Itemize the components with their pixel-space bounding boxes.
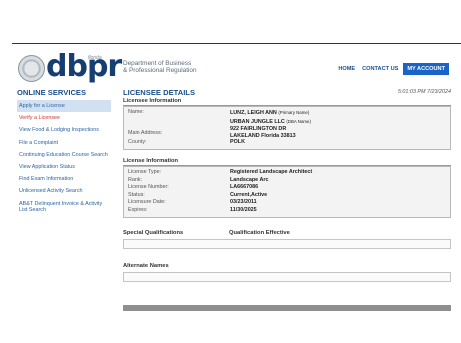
qualification-effective-label: Qualification Effective [229,229,290,236]
page-title-text: LICENSEE DETAILS [123,88,196,97]
table-row: License Type: Registered Landscape Archi… [128,169,446,177]
rank-value: Landscape Arc [230,176,269,183]
alternate-names-label: Alternate Names [123,262,169,269]
sidebar-item-food-lodging[interactable]: View Food & Lodging Inspections [17,124,111,136]
expires-value: 11/30/2025 [230,206,257,213]
sidebar-item-unlicensed-search[interactable]: Unlicensed Activity Search [17,185,111,197]
licensee-info-box: Name: LUNZ, LEIGH ANN (Primary Name) URB… [123,106,451,150]
county-value: POLK [230,139,245,146]
florida-seal-icon [18,55,45,82]
top-divider [12,43,461,44]
sidebar-item-apply[interactable]: Apply for a License [17,100,111,113]
name-row: Name: LUNZ, LEIGH ANN (Primary Name) [128,109,446,118]
sidebar-title: ONLINE SERVICES [17,88,87,97]
table-row: Status: Current,Active [128,192,446,200]
address-line-1: 922 FAIRLINGTON DR [230,126,287,133]
nav-contact-link[interactable]: CONTACT US [362,66,398,72]
sidebar-item-application-status[interactable]: View Application Status [17,161,111,173]
sidebar: ONLINE SERVICES Apply for a License Veri… [17,88,111,216]
license-number-label: License Number: [128,184,169,191]
licensure-date-label: Licensure Date: [128,199,166,206]
footer-bar [123,305,451,311]
licensee-info-heading: Licensee Information [123,98,451,106]
licensure-date-value: 03/23/2011 [230,199,257,206]
license-info-heading: License Information [123,158,451,166]
status-label: Status: [128,191,145,198]
license-number-value: LA6667086 [230,184,259,191]
county-row: County: POLK [128,139,446,147]
alternate-names-box [123,271,451,282]
agency-name: Department of Business & Professional Re… [123,60,197,75]
name-label: Name: [128,109,144,115]
my-account-button[interactable]: MY ACCOUNT [403,63,449,75]
table-row: License Number: LA6667086 [128,184,446,192]
special-qualifications-label: Special Qualifications [123,229,184,236]
sidebar-item-complaint[interactable]: File a Complaint [17,137,111,149]
status-value: Current,Active [230,191,268,198]
main-content: LICENSEE DETAILS 5:01:03 PM 7/23/2024 Li… [123,88,451,282]
table-row: Expires: 11/30/2025 [128,207,446,215]
dba-note: (DBA Name) [286,118,311,124]
address-label: Main Address: [128,130,163,137]
table-row: Rank: Landscape Arc [128,177,446,185]
address-line-2: LAKELAND Florida 33813 [230,132,296,139]
dbpr-logo[interactable]: dbpr [46,49,122,84]
name-value: LUNZ, LEIGH ANN [230,110,277,116]
special-qualifications-header: Special Qualifications Qualification Eff… [123,230,451,236]
sidebar-item-ce-search[interactable]: Continuing Education Course Search [17,149,111,161]
license-info-box: License Type: Registered Landscape Archi… [123,165,451,218]
site-header: florida dbpr Department of Business & Pr… [12,49,461,86]
top-nav: HOME CONTACT US MY ACCOUNT [331,63,449,75]
expires-label: Expires: [128,206,148,213]
county-label: County: [128,139,147,146]
table-row: Licensure Date: 03/23/2011 [128,199,446,207]
logo-text: dbpr [46,49,122,84]
agency-line-2: & Professional Regulation [123,67,197,75]
special-qualifications-box [123,238,451,249]
rank-label: Rank: [128,176,143,183]
sidebar-item-exam-info[interactable]: Find Exam Information [17,173,111,185]
nav-home-link[interactable]: HOME [338,66,355,72]
address-row: Main Address: 922 FAIRLINGTON DR LAKELAN… [128,126,446,139]
sidebar-item-abt-search[interactable]: AB&T Delinquent Invoice & Activity List … [17,198,111,216]
license-type-label: License Type: [128,168,162,175]
page-title: LICENSEE DETAILS 5:01:03 PM 7/23/2024 [123,88,451,98]
license-type-value: Registered Landscape Architect [230,168,313,175]
timestamp: 5:01:03 PM 7/23/2024 [397,89,451,95]
alternate-names-header: Alternate Names [123,263,451,269]
name-note: (Primary Name) [278,110,310,115]
dba-row: URBAN JUNGLE LLC (DBA Name) [128,118,446,127]
dba-value: URBAN JUNGLE LLC [230,118,285,125]
agency-line-1: Department of Business [123,60,192,67]
sidebar-item-verify[interactable]: Verify a Licensee [17,112,111,124]
